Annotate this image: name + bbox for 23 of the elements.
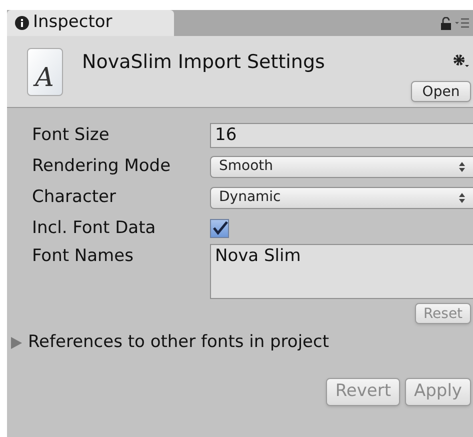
font-size-field[interactable]: 16 <box>210 123 473 148</box>
field-label: Rendering Mode <box>31 154 172 178</box>
up-down-arrows-icon <box>459 162 465 172</box>
menu-icon[interactable] <box>455 18 469 28</box>
settings-icon[interactable] <box>453 54 469 68</box>
info-icon <box>15 16 29 30</box>
dropdown[interactable]: Smooth <box>210 156 473 178</box>
lock-icon[interactable] <box>441 16 451 30</box>
up-down-arrows-icon <box>459 192 465 202</box>
field-label: Incl. Font Data <box>31 216 157 240</box>
field-label: Font Size <box>31 124 110 147</box>
font-names-field[interactable]: Nova Slim <box>210 244 473 299</box>
dropdown[interactable]: Dynamic <box>210 186 473 208</box>
references-foldout[interactable]: References to other fonts in project <box>7 324 473 356</box>
open-button[interactable]: Open <box>411 80 471 102</box>
collapsed-triangle-icon <box>11 336 22 349</box>
header-title: NovaSlim Import Settings <box>82 50 325 75</box>
checkmark-icon <box>212 221 228 236</box>
font-file-icon: A <box>26 48 62 96</box>
field-label: Character <box>31 186 117 209</box>
checkbox[interactable] <box>210 219 229 238</box>
inspector-tab[interactable]: Inspector <box>7 10 174 36</box>
field-label: Font Names <box>31 245 134 268</box>
